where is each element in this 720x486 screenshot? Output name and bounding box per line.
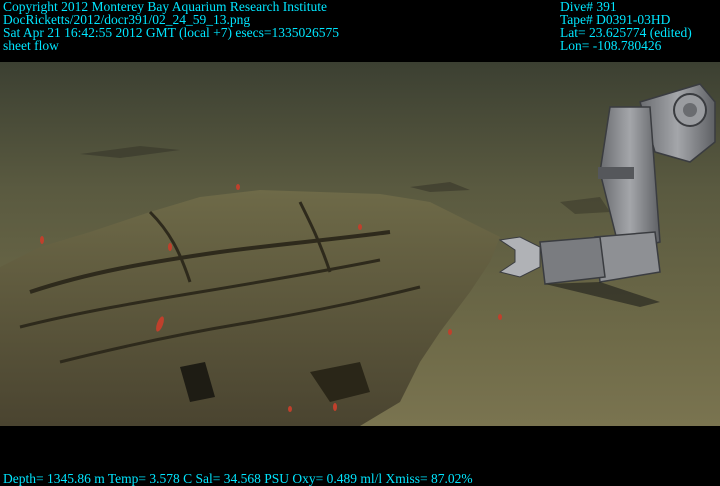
seafloor-image	[0, 62, 720, 426]
annotation-line: sheet flow	[3, 38, 59, 53]
video-frame: Copyright 2012 Monterey Bay Aquarium Res…	[0, 0, 720, 486]
overlay-top-left: Copyright 2012 Monterey Bay Aquarium Res…	[3, 0, 339, 52]
overlay-top-right: Dive# 391 Tape# D0391-03HD Lat= 23.62577…	[560, 0, 692, 52]
sensor-readout: Depth= 1345.86 m Temp= 3.578 C Sal= 34.5…	[3, 471, 473, 486]
longitude: Lon= -108.780426	[560, 38, 662, 53]
